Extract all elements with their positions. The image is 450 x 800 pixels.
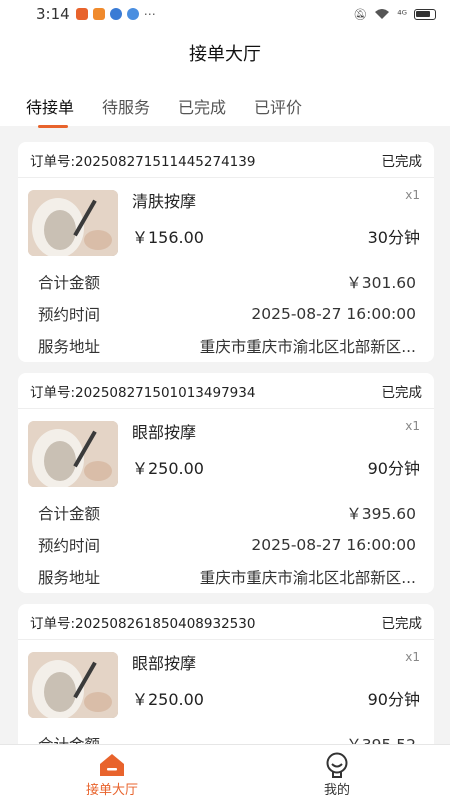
tab-order-hall-label: 接单大厅 (85, 783, 138, 798)
order-number: 订单号:20250827150101349793​4 (30, 384, 256, 401)
product-name: 眼部按摩 (132, 654, 197, 673)
signal-icon: ⁴ᴳ (397, 7, 407, 21)
total-row: 合计金额 ￥301.60 (18, 266, 434, 298)
product-row: 眼部按摩 x1 ￥250.00 90分钟 (18, 409, 434, 497)
product-row: 清肤按摩 x1 ￥156.00 30分钟 (18, 178, 434, 266)
tab-completed[interactable]: 已完成 (178, 94, 226, 118)
order-card[interactable]: 订单号:20250827151144527413​9 已完成 清肤按摩 x1 ￥… (18, 142, 434, 362)
appointment-row: 预约时间 2025-08-27 16:00:00 (18, 298, 434, 330)
notification-icon (75, 8, 88, 20)
order-number: 订单号:20250827151144527413​9 (30, 153, 256, 170)
total-value: ￥301.60 (346, 274, 416, 292)
total-label: 合计金额 (38, 505, 101, 523)
flower-icon (126, 8, 139, 20)
order-status: 已完成 (381, 615, 423, 632)
product-image (28, 421, 118, 487)
address-value: 重庆市重庆市渝北区北部新区... (199, 569, 416, 587)
page-title: 接单大厅 (189, 44, 261, 65)
address-row: 服务地址 重庆市重庆市渝北区北部新区... (18, 561, 434, 593)
order-list: 订单号:20250827151144527413​9 已完成 清肤按摩 x1 ￥… (18, 142, 434, 800)
product-duration: 90分钟 (367, 459, 420, 478)
status-right: 🔕︎ ⁴ᴳ (353, 8, 436, 21)
total-label: 合计金额 (38, 274, 101, 292)
tab-order-hall[interactable]: 接单大厅 (67, 751, 157, 798)
tab-to-serve[interactable]: 待服务 (102, 94, 150, 118)
product-image (28, 190, 118, 256)
order-header: 订单号:20250827151144527413​9 已完成 (18, 142, 434, 178)
mute-icon: 🔕︎ (353, 7, 368, 21)
order-status: 已完成 (381, 384, 423, 401)
order-header: 订单号:20250826185040893253​0 已完成 (18, 604, 434, 640)
order-status: 已完成 (381, 153, 423, 170)
tab-reviewed[interactable]: 已评价 (254, 94, 302, 118)
app-icon (92, 8, 105, 20)
appointment-label: 预约时间 (38, 306, 101, 324)
product-image (28, 652, 118, 718)
page-header: 接单大厅 待接单 待服务 已完成 已评价 (0, 28, 450, 128)
order-number: 订单号:20250826185040893253​0 (30, 615, 256, 632)
address-label: 服务地址 (38, 569, 101, 587)
tab-mine[interactable]: 我的 (292, 751, 382, 798)
product-name: 清肤按摩 (132, 192, 197, 211)
bottom-tab-bar: 接单大厅 我的 (0, 744, 450, 800)
appointment-value: 2025-08-27 16:00:00 (251, 536, 416, 554)
product-qty: x1 (405, 419, 420, 433)
status-time: 3:14 (36, 5, 70, 23)
wifi-icon (375, 9, 390, 19)
order-header: 订单号:20250827150101349793​4 已完成 (18, 373, 434, 409)
weather-icon (109, 8, 122, 20)
appointment-row: 预约时间 2025-08-27 16:00:00 (18, 529, 434, 561)
status-bar: 3:14 ⋯ 🔕︎ ⁴ᴳ (0, 0, 450, 28)
address-value: 重庆市重庆市渝北区北部新区... (199, 338, 416, 356)
address-label: 服务地址 (38, 338, 101, 356)
home-icon (100, 754, 124, 776)
product-duration: 30分钟 (367, 228, 420, 247)
total-row: 合计金额 ￥395.60 (18, 497, 434, 529)
product-price: ￥250.00 (132, 690, 204, 709)
product-duration: 90分钟 (367, 690, 420, 709)
appointment-value: 2025-08-27 16:00:00 (251, 305, 416, 323)
user-icon (326, 752, 348, 778)
product-name: 眼部按摩 (132, 423, 197, 442)
battery-icon (414, 8, 436, 20)
order-tabs: 待接单 待服务 已完成 已评价 (26, 94, 302, 128)
more-dots-icon: ⋯ (143, 7, 156, 21)
product-price: ￥250.00 (132, 459, 204, 478)
tab-pending[interactable]: 待接单 (26, 94, 74, 128)
product-price: ￥156.00 (132, 228, 204, 247)
product-qty: x1 (405, 650, 420, 664)
address-row: 服务地址 重庆市重庆市渝北区北部新区... (18, 330, 434, 362)
total-value: ￥395.60 (346, 505, 416, 523)
product-row: 眼部按摩 x1 ￥250.00 90分钟 (18, 640, 434, 728)
status-icons: ⋯ (75, 7, 156, 21)
order-card[interactable]: 订单号:20250827150101349793​4 已完成 眼部按摩 x1 ￥… (18, 373, 434, 593)
product-qty: x1 (405, 188, 420, 202)
appointment-label: 预约时间 (38, 537, 101, 555)
tab-mine-label: 我的 (323, 783, 350, 798)
